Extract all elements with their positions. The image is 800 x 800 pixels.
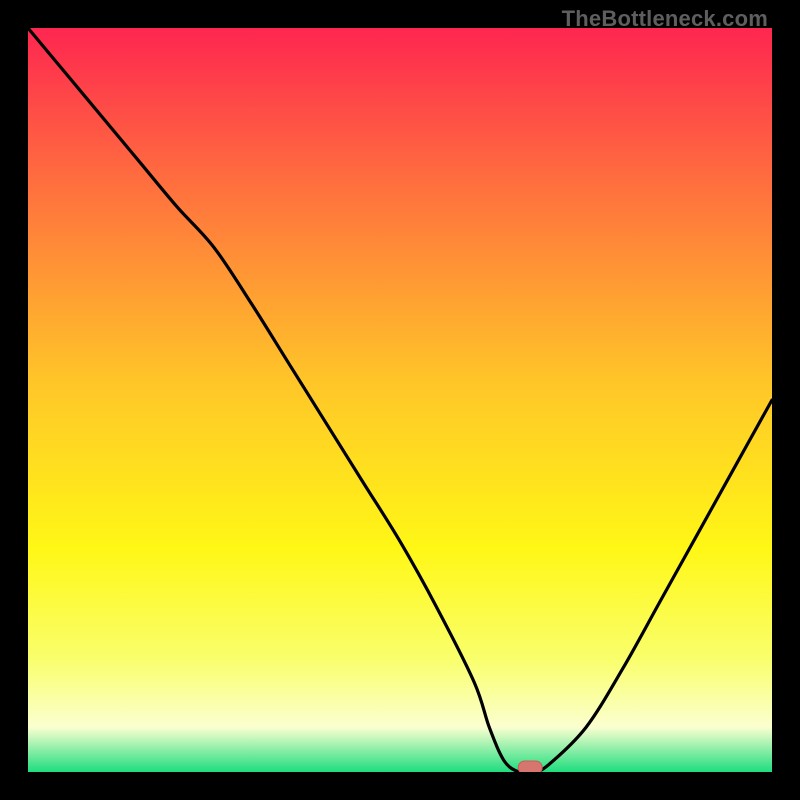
optimal-marker [518,761,542,772]
chart-frame: { "watermark": "TheBottleneck.com", "col… [0,0,800,800]
watermark-text: TheBottleneck.com [562,6,768,32]
plot-area [28,28,772,772]
gradient-background [28,28,772,772]
chart-svg [28,28,772,772]
